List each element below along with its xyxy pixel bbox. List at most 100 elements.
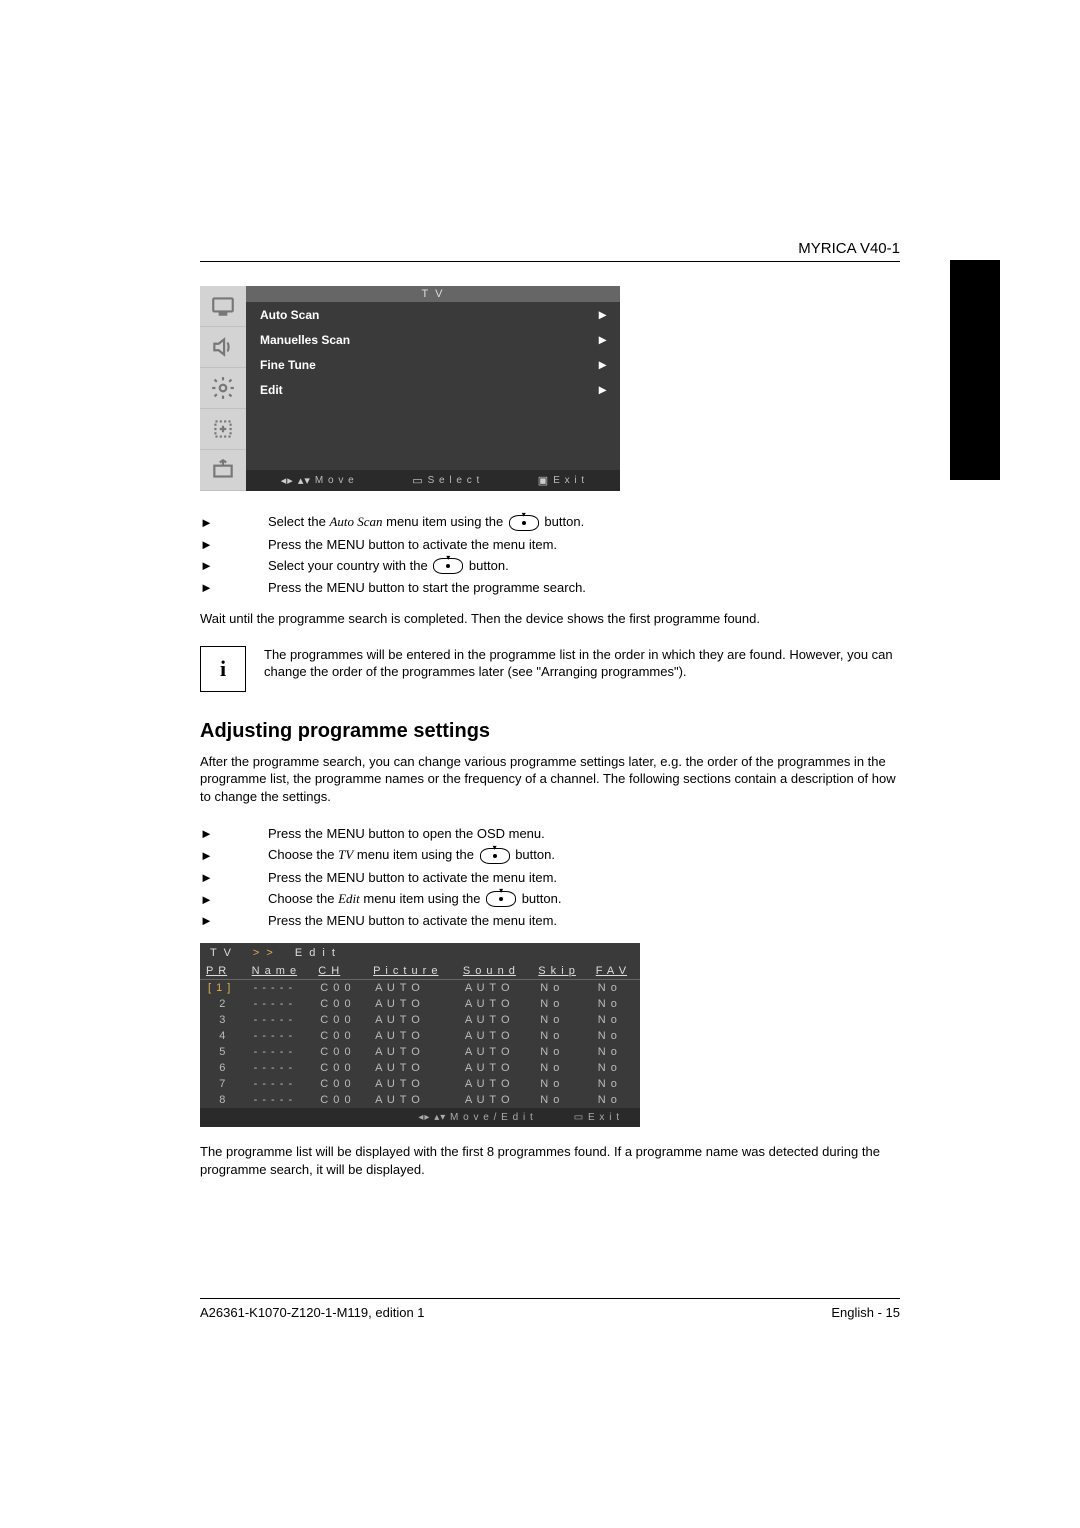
bullet-icon: ►: [200, 913, 240, 928]
table-row[interactable]: [ 1 ]- - - - -C 0 0A U T OA U T ON oN o: [200, 980, 640, 997]
cell-fav: N o: [590, 980, 640, 997]
osd-item-autoscan[interactable]: Auto Scan ▸: [246, 302, 620, 327]
chevron-right-icon: > >: [253, 947, 275, 959]
table-row[interactable]: 7- - - - -C 0 0A U T OA U T ON oN o: [200, 1076, 640, 1092]
cell-name: - - - - -: [246, 980, 313, 997]
bullet-icon: ►: [200, 892, 240, 907]
instruction-text: Press the MENU button to start the progr…: [268, 580, 586, 595]
cell-ch: C 0 0: [312, 980, 367, 997]
cell-fav: N o: [590, 1044, 640, 1060]
cell-name: - - - - -: [246, 996, 313, 1012]
osd-sidebar-icons: [200, 286, 246, 491]
instruction-text: Press the MENU button to activate the me…: [268, 913, 557, 928]
col-fav: F A V: [590, 963, 640, 980]
osd-item-label: Manuelles Scan: [260, 333, 350, 347]
cell-pr: 2: [200, 996, 246, 1012]
cell-ch: C 0 0: [312, 1060, 367, 1076]
bullet-icon: ►: [200, 580, 240, 595]
cell-fav: N o: [590, 1028, 640, 1044]
instruction-text: Press the MENU button to open the OSD me…: [268, 826, 545, 841]
edit-breadcrumb: T V > > E d i t: [200, 943, 640, 963]
instruction-text: Select your country with the ▾ button.: [268, 558, 509, 575]
bullet-icon: ►: [200, 826, 240, 841]
instruction-text: Choose the Edit menu item using the ▾ bu…: [268, 891, 561, 908]
edit-footer: ◂▸ ▴▾ M o v e / E d i t ▭ E x i t: [200, 1108, 640, 1127]
cell-sound: A U T O: [457, 996, 532, 1012]
section-intro: After the programme search, you can chan…: [200, 753, 900, 806]
footer-left: A26361-K1070-Z120-1-M119, edition 1: [200, 1305, 425, 1320]
table-row[interactable]: 5- - - - -C 0 0A U T OA U T ON oN o: [200, 1044, 640, 1060]
osd-item-label: Auto Scan: [260, 308, 319, 322]
cell-sound: A U T O: [457, 980, 532, 997]
cell-skip: N o: [532, 1012, 589, 1028]
cell-fav: N o: [590, 1076, 640, 1092]
table-row[interactable]: 2- - - - -C 0 0A U T OA U T ON oN o: [200, 996, 640, 1012]
page-header: MYRICA V40-1: [200, 240, 900, 262]
eye-button-icon: ▾: [486, 891, 516, 907]
cell-sound: A U T O: [457, 1044, 532, 1060]
cell-name: - - - - -: [246, 1012, 313, 1028]
cell-picture: A U T O: [367, 1092, 457, 1108]
cell-picture: A U T O: [367, 1076, 457, 1092]
cell-picture: A U T O: [367, 1044, 457, 1060]
edit-table: P R N a m e C H P i c t u r e S o u n d …: [200, 963, 640, 1108]
cell-sound: A U T O: [457, 1076, 532, 1092]
cell-fav: N o: [590, 1060, 640, 1076]
chevron-right-icon: ▸: [599, 356, 606, 373]
exit-icon: ▣: [538, 474, 549, 487]
osd-edit-screen: T V > > E d i t P R N a m e C H P i c t …: [200, 943, 640, 1127]
arrows-icon: ◂▸ ▴▾: [281, 474, 311, 487]
cell-pr: 5: [200, 1044, 246, 1060]
osd-item-finetune[interactable]: Fine Tune ▸: [246, 352, 620, 377]
table-row[interactable]: 8- - - - -C 0 0A U T OA U T ON oN o: [200, 1092, 640, 1108]
col-pr: P R: [200, 963, 246, 980]
cell-skip: N o: [532, 980, 589, 997]
instruction-text: Select the Auto Scan menu item using the…: [268, 514, 584, 531]
cell-fav: N o: [590, 996, 640, 1012]
arrows-icon: ◂▸ ▴▾: [418, 1112, 446, 1123]
table-row[interactable]: 6- - - - -C 0 0A U T OA U T ON oN o: [200, 1060, 640, 1076]
cell-picture: A U T O: [367, 1028, 457, 1044]
input-icon: [200, 450, 246, 491]
instruction-list-1: ► Select the Auto Scan menu item using t…: [200, 511, 900, 598]
osd-item-edit[interactable]: Edit ▸: [246, 377, 620, 402]
cell-ch: C 0 0: [312, 1092, 367, 1108]
chevron-right-icon: ▸: [599, 331, 606, 348]
col-picture: P i c t u r e: [367, 963, 457, 980]
crop-icon: [200, 409, 246, 450]
side-black-tab: [950, 260, 1000, 480]
cell-skip: N o: [532, 1076, 589, 1092]
cell-pr: 6: [200, 1060, 246, 1076]
cell-skip: N o: [532, 1044, 589, 1060]
cell-name: - - - - -: [246, 1060, 313, 1076]
exit-icon: ▭: [574, 1112, 584, 1123]
instruction-text: Press the MENU button to activate the me…: [268, 537, 557, 552]
tv-icon: [200, 286, 246, 327]
cell-pr: 7: [200, 1076, 246, 1092]
section-heading: Adjusting programme settings: [200, 720, 900, 743]
instruction-text: Choose the TV menu item using the ▾ butt…: [268, 847, 555, 864]
cell-ch: C 0 0: [312, 1044, 367, 1060]
table-row[interactable]: 4- - - - -C 0 0A U T OA U T ON oN o: [200, 1028, 640, 1044]
cell-picture: A U T O: [367, 1060, 457, 1076]
cell-fav: N o: [590, 1012, 640, 1028]
col-name: N a m e: [246, 963, 313, 980]
table-row[interactable]: 3- - - - -C 0 0A U T OA U T ON oN o: [200, 1012, 640, 1028]
info-box: i The programmes will be entered in the …: [200, 646, 900, 692]
cell-sound: A U T O: [457, 1092, 532, 1108]
chevron-right-icon: ▸: [599, 306, 606, 323]
footer-right: English - 15: [831, 1305, 900, 1320]
eye-button-icon: ▾: [509, 515, 539, 531]
cell-ch: C 0 0: [312, 1028, 367, 1044]
cell-pr: 8: [200, 1092, 246, 1108]
cell-ch: C 0 0: [312, 1012, 367, 1028]
chevron-right-icon: ▸: [599, 381, 606, 398]
instruction-list-2: ► Press the MENU button to open the OSD …: [200, 823, 900, 931]
osd-item-manualscan[interactable]: Manuelles Scan ▸: [246, 327, 620, 352]
cell-sound: A U T O: [457, 1028, 532, 1044]
cell-skip: N o: [532, 1060, 589, 1076]
cell-name: - - - - -: [246, 1028, 313, 1044]
cell-pr: 4: [200, 1028, 246, 1044]
osd-tv-menu: T V Auto Scan ▸ Manuelles Scan ▸ Fine Tu…: [200, 286, 620, 491]
bullet-icon: ►: [200, 537, 240, 552]
